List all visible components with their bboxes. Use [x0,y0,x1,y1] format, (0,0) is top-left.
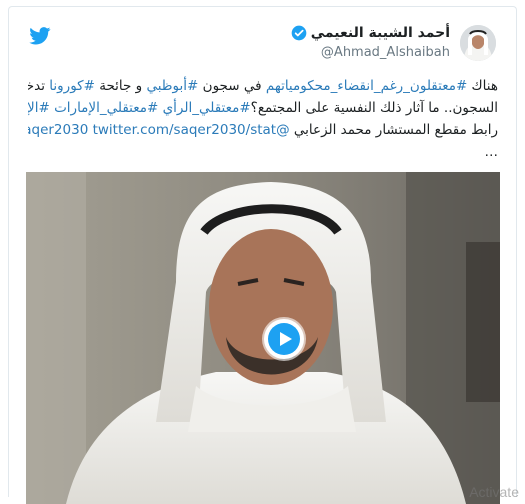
tweet-text-line-2: السجون.. ما آثار ذلك النفسية على المجتمع… [28,97,498,119]
hashtag-link[interactable]: #الإمارات [28,100,50,116]
verified-badge-icon [291,25,307,41]
tweet-card: أحمد الشيبة النعيمي @Ahmad_Alshaibah هنا… [8,6,517,504]
tweet-text-segment: و جائحة [94,78,147,94]
play-icon [279,332,292,346]
tweet-text-segment: تدخل [28,78,45,94]
play-button-inner[interactable] [268,323,300,355]
author-display-name[interactable]: أحمد الشيبة النعيمي [311,25,450,41]
hashtag-link[interactable]: #معتقلون_رغم_انقضاء_محكومياتهم [266,78,467,94]
tweet-text-segment: رابط مقطع المستشار محمد الزعابي [289,122,498,138]
tweet-author[interactable]: أحمد الشيبة النعيمي @Ahmad_Alshaibah [291,25,450,60]
hashtag-link[interactable]: #كورونا [49,78,95,94]
hashtag-link[interactable]: #أبوظبي [146,78,198,94]
tweet-text-segment: السجون.. ما آثار ذلك النفسية على المجتمع… [250,100,498,116]
tweet-text-line-1: هناك #معتقلون_رغم_انقضاء_محكومياتهم في س… [28,75,498,97]
video-thumbnail[interactable] [26,172,500,504]
tweet-text: هناك #معتقلون_رغم_انقضاء_محكومياتهم في س… [28,75,498,163]
windows-activation-watermark: Activate [469,484,519,500]
hashtag-link[interactable]: #معتقلي_الإمارات [54,100,158,116]
link-link[interactable]: twitter.com/saqer2030/stat [93,122,277,138]
play-button[interactable] [264,319,304,359]
tweet-text-segment: هناك [467,78,498,94]
tweet-text-line-3: رابط مقطع المستشار محمد الزعابي @saqer20… [28,119,498,141]
author-handle[interactable]: @Ahmad_Alshaibah [291,45,450,60]
tweet-text-segment: في سجون [198,78,266,94]
avatar-image [460,25,496,61]
tweet-text-ellipsis: … [484,144,499,160]
author-display-name-row[interactable]: أحمد الشيبة النعيمي [291,25,450,41]
hashtag-link[interactable]: #معتقلي_الرأي [163,100,251,116]
video-frame-image [26,172,500,504]
twitter-bird-icon[interactable] [29,27,51,45]
avatar[interactable] [460,25,496,61]
